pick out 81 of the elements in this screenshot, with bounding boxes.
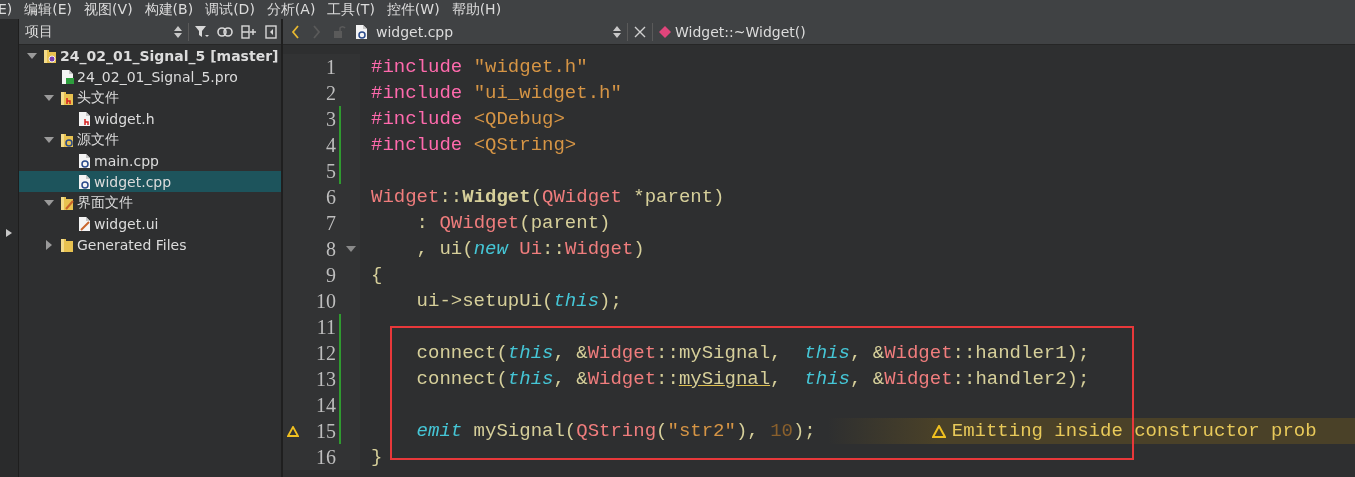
line-number: 11 [315,315,336,340]
line-number: 8 [325,237,336,262]
tree-item[interactable]: 源文件 [19,129,281,150]
project-folder-icon [43,47,57,64]
line-number: 5 [325,159,336,184]
line-number: 2 [325,81,336,106]
menu-item[interactable]: 控件(W) [386,0,440,19]
code-line: #include "ui_widget.h" [370,81,622,106]
line-number: 3 [325,107,336,132]
menu-item[interactable]: 分析(A) [266,0,316,19]
menu-item[interactable]: 帮助(H) [451,0,502,19]
code-line: #include <QDebug> [370,107,565,132]
line-number: 10 [315,289,336,314]
line-number: 16 [315,445,336,470]
code-line: connect(this, &Widget::mySignal, this, &Widget::handler1); [415,341,1090,366]
code-line: #include <QString> [370,133,577,158]
menu-item[interactable]: E) [0,0,13,19]
up-down-arrows-icon[interactable] [174,25,182,38]
tree-item[interactable]: widget.h [19,108,281,129]
code-line: emit mySignal(QString("str2"), 10); [415,419,816,444]
project-file-icon [60,68,74,85]
line-number: 9 [325,263,336,288]
line-number: 6 [325,185,336,210]
source-file-icon [77,173,91,190]
tree-item[interactable]: widget.ui [19,213,281,234]
tree-item[interactable]: 24_02_01_Signal_5.pro [19,66,281,87]
code-line: ui->setupUi(this); [415,289,622,314]
fold-arrow-icon[interactable] [345,246,356,252]
lock-icon [333,25,346,38]
line-number: 4 [325,133,336,158]
code-line: } [370,445,383,470]
line-number: 13 [315,367,336,392]
form-folder-icon [60,194,74,211]
file-dropdown[interactable]: widget.cpp [325,23,625,40]
menu-item[interactable]: 工具(T) [327,0,375,19]
code-line: , ui(new Ui::Widget) [415,237,645,262]
tree-item[interactable]: widget.cpp [19,171,281,192]
split-add-icon[interactable] [241,24,257,39]
line-number: 12 [315,341,336,366]
expand-arrow-icon[interactable] [6,229,12,237]
menu-item[interactable]: 编辑(E) [24,0,73,19]
up-down-arrows-icon [613,25,621,38]
tree-item[interactable]: main.cpp [19,150,281,171]
menu-item[interactable]: 视图(V) [84,0,133,19]
line-number: 1 [325,55,336,80]
filter-icon[interactable] [195,25,209,38]
close-sidebar-icon[interactable] [265,24,277,39]
expanded-arrow-icon[interactable] [44,92,54,103]
line-number: 15 [315,419,336,444]
code-line: { [370,263,383,288]
panel-title: 项目 [25,22,54,41]
close-icon[interactable] [634,25,646,38]
expanded-arrow-icon[interactable] [44,134,54,145]
folder-icon [60,236,74,253]
warning-icon [287,425,299,437]
menu-item[interactable]: 构建(B) [144,0,194,19]
code-line: : QWidget(parent) [415,211,611,236]
source-file-icon [354,23,368,40]
code-line: Widget::Widget(QWidget *parent) [370,185,725,210]
symbol-dropdown[interactable]: Widget::~Widget() [675,23,806,40]
source-file-icon [77,152,91,169]
diamond-icon [659,25,671,38]
code-line: #include "widget.h" [370,55,588,80]
line-number: 14 [315,393,336,418]
warning-icon [931,424,946,438]
line-number: 7 [325,211,336,236]
tree-item[interactable]: Generated Files [19,234,281,255]
source-folder-icon [60,131,74,148]
link-icon[interactable] [217,26,233,37]
tree-item[interactable]: 头文件 [19,87,281,108]
collapsed-arrow-icon[interactable] [44,239,54,250]
warning-message: Emitting inside constructor prob [951,419,1317,444]
tree-item[interactable]: 界面文件 [19,192,281,213]
form-file-icon [77,215,91,232]
menu-item[interactable]: 调试(D) [205,0,255,19]
code-line: connect(this, &Widget::mySignal, this, &Widget::handler2); [415,367,1090,392]
tree-item[interactable]: 24_02_01_Signal_5 [master] [19,45,281,66]
header-file-icon [77,110,91,127]
expanded-arrow-icon[interactable] [27,50,37,61]
header-folder-icon [60,89,74,106]
expanded-arrow-icon[interactable] [44,197,54,208]
